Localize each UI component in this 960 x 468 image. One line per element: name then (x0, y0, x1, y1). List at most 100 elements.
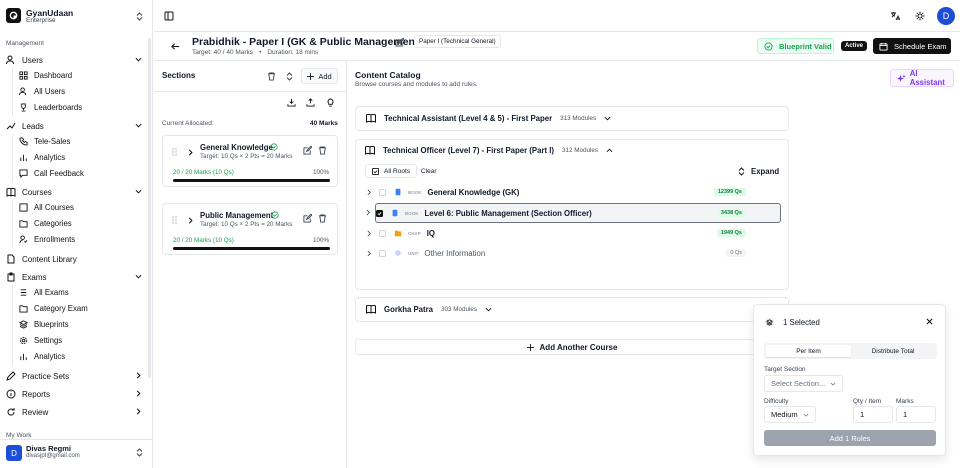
edit-icon[interactable] (303, 146, 312, 155)
target-section-placeholder: Select Section... (771, 379, 826, 388)
trash-icon[interactable] (267, 72, 276, 81)
lightbulb-icon[interactable] (326, 98, 335, 107)
chevron-right-icon[interactable] (367, 189, 372, 196)
brand-switch-icon[interactable] (136, 12, 143, 21)
chevron-right-icon[interactable] (188, 217, 194, 224)
clear-button[interactable]: Clear (421, 168, 437, 175)
row-checkbox[interactable] (379, 249, 386, 257)
sidebar-item-exams-analytics[interactable]: Analytics (19, 352, 65, 361)
schedule-exam-button[interactable]: Schedule Exam (873, 38, 951, 54)
sidebar-item-label: Leaderboards (34, 103, 83, 112)
marks-input[interactable]: 1 (896, 406, 936, 423)
sidebar-item-practice-sets[interactable]: Practice Sets (6, 371, 142, 381)
qty-input[interactable]: 1 (853, 406, 893, 423)
chevron-right-icon (136, 390, 141, 397)
bar-chart-icon (20, 353, 27, 361)
sidebar-item-settings[interactable]: Settings (19, 336, 62, 345)
sidebar-item-all-courses[interactable]: All Courses (19, 203, 74, 212)
chevron-right-icon[interactable] (367, 230, 372, 237)
theme-toggle-icon[interactable] (915, 11, 925, 21)
sidebar-item-content-library[interactable]: Content Library (6, 254, 142, 264)
trash-icon[interactable] (318, 146, 327, 155)
sidebar-toggle-icon[interactable] (164, 11, 174, 21)
sidebar-item-category-exam[interactable]: Category Exam (19, 304, 88, 313)
sort-icon[interactable] (286, 72, 293, 81)
sidebar-item-call-feedback[interactable]: Call Feedback (19, 169, 84, 178)
sidebar-item-reports[interactable]: Reports (6, 389, 142, 399)
upload-icon[interactable] (306, 98, 315, 107)
plus-icon (307, 72, 315, 80)
target-section-select[interactable]: Select Section... (764, 375, 843, 392)
expand-icon (738, 167, 745, 176)
check-circle-icon (270, 143, 278, 151)
tab-distribute-total[interactable]: Distribute Total (851, 345, 935, 357)
sidebar-group-management: Management (6, 40, 44, 47)
download-icon[interactable] (287, 98, 296, 107)
trash-icon[interactable] (318, 214, 327, 223)
sidebar-item-leads-analytics[interactable]: Analytics (19, 153, 65, 162)
catalog-row[interactable]: CHAP IQ 1949 Qs (365, 224, 781, 242)
catalog-row-selected[interactable]: BOOK Level 6: Public Management (Section… (366, 203, 781, 223)
sidebar-item-leaderboards[interactable]: Leaderboards (19, 103, 82, 112)
add-rules-button[interactable]: Add 1 Rules (764, 430, 936, 446)
chevron-down-icon (803, 413, 809, 417)
section-card[interactable]: Public Management Target: 10 Qs × 2 Pts … (162, 203, 338, 255)
chevron-right-icon[interactable] (366, 209, 371, 216)
user-menu-icon[interactable] (136, 448, 143, 457)
row-checkbox[interactable] (379, 229, 386, 237)
course-module-count: 303 Modules (440, 306, 478, 313)
plus-icon (526, 343, 534, 351)
book-icon (6, 187, 16, 197)
sidebar-item-categories[interactable]: Categories (19, 219, 72, 228)
course-row[interactable]: Gorkha Patra 303 Modules (355, 297, 789, 322)
sidebar-item-label: Settings (34, 336, 63, 345)
difficulty-value: Medium (771, 410, 798, 419)
schedule-exam-label: Schedule Exam (894, 41, 947, 51)
all-roots-label: All Roots (384, 167, 411, 175)
header-avatar[interactable]: D (937, 7, 955, 25)
pen-icon (6, 371, 16, 381)
catalog-row[interactable]: BOOK General Knowledge (GK) 12399 Qs (365, 183, 781, 201)
add-another-course-button[interactable]: Add Another Course (355, 339, 789, 355)
sidebar-item-dashboard[interactable]: Dashboard (19, 71, 72, 80)
edit-title-icon[interactable] (395, 38, 404, 47)
bar-chart-icon (20, 154, 27, 162)
sidebar-item-tele-sales[interactable]: Tele-Sales (19, 137, 70, 146)
course-row[interactable]: Technical Officer (Level 7) - First Pape… (365, 146, 613, 155)
back-arrow-icon[interactable] (171, 42, 180, 51)
sidebar-item-review[interactable]: Review (6, 407, 142, 417)
sidebar-scrollbar[interactable] (148, 38, 151, 378)
sidebar-item-users[interactable]: Users (6, 55, 142, 65)
sidebar-item-blueprints[interactable]: Blueprints (19, 320, 69, 329)
drag-handle-icon[interactable] (172, 216, 177, 224)
user-avatar[interactable]: D (6, 445, 22, 461)
add-section-button[interactable]: Add (301, 68, 338, 84)
sidebar-item-courses[interactable]: Courses (6, 187, 142, 197)
sidebar-item-all-exams[interactable]: All Exams (19, 288, 69, 297)
chevron-right-icon[interactable] (188, 149, 194, 156)
section-card[interactable]: General Knowledge Target: 10 Qs × 2 Pts … (162, 135, 338, 187)
tab-per-item[interactable]: Per Item (766, 345, 851, 357)
chevron-right-icon[interactable] (367, 250, 372, 257)
close-icon[interactable] (926, 318, 933, 325)
sidebar-item-label: Courses (22, 187, 52, 197)
edit-icon[interactable] (303, 214, 312, 223)
drag-handle-icon[interactable] (172, 148, 177, 156)
course-name: Technical Officer (Level 7) - First Pape… (383, 146, 555, 155)
all-roots-button[interactable]: All Roots (365, 164, 418, 178)
sidebar-item-label: Content Library (22, 254, 77, 264)
ai-assistant-button[interactable]: AI Assistant (890, 69, 954, 87)
catalog-row[interactable]: UNIT Other Information 0 Qs (365, 244, 781, 262)
row-checkbox-checked[interactable] (376, 209, 383, 217)
sidebar-item-exams[interactable]: Exams (6, 272, 142, 282)
row-checkbox[interactable] (379, 188, 386, 196)
sidebar-item-enrollments[interactable]: Enrollments (19, 235, 75, 244)
translate-icon[interactable] (890, 11, 900, 21)
section-progress-text: 20 / 20 Marks (10 Qs) (173, 237, 234, 244)
sidebar-item-label: Exams (22, 272, 47, 282)
difficulty-select[interactable]: Medium (764, 406, 816, 423)
course-row[interactable]: Technical Assistant (Level 4 & 5) - Firs… (355, 106, 789, 131)
sidebar-item-all-users[interactable]: All Users (19, 87, 65, 96)
sidebar-item-leads[interactable]: Leads (6, 121, 142, 131)
expand-button[interactable]: Expand (738, 167, 779, 176)
